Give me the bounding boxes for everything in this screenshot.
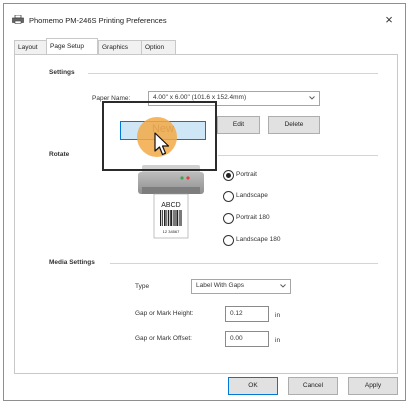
close-button[interactable]: × [381,12,397,28]
ok-button[interactable]: OK [228,377,278,395]
rotate-divider [218,155,378,156]
delete-button[interactable]: Delete [268,116,320,134]
tab-option[interactable]: Option [141,40,176,54]
tab-page-setup[interactable]: Page Setup [46,38,98,55]
preview-barcode-number: 12 34567 [163,229,180,234]
radio-button[interactable] [223,213,234,224]
gap-height-label: Gap or Mark Height: [135,310,194,317]
apply-button[interactable]: Apply [348,377,398,395]
edit-button[interactable]: Edit [217,116,260,134]
radio-landscape-180-label: Landscape 180 [236,236,281,243]
media-settings-section-label: Media Settings [49,259,95,266]
gap-offset-value: 0.00 [230,335,243,342]
chevron-down-icon [280,284,286,288]
cancel-button[interactable]: Cancel [288,377,338,395]
chevron-down-icon [309,96,315,100]
type-label: Type [135,283,150,290]
paper-name-value: 4.00" x 6.00" (101.6 x 152.4mm) [153,94,247,101]
radio-button[interactable] [223,235,234,246]
settings-section-label: Settings [49,69,75,76]
label-printer-preview-image: ABCD 12 34567 [138,165,204,239]
media-settings-divider [110,263,378,264]
gap-offset-input[interactable]: 0.00 [225,331,269,347]
tab-layout[interactable]: Layout [14,40,47,54]
gap-height-unit: in [275,312,281,319]
radio-selected-dot [226,173,231,178]
radio-button[interactable] [223,170,234,181]
tab-graphics[interactable]: Graphics [98,40,142,54]
gap-offset-unit: in [275,337,281,344]
mouse-pointer-icon [154,132,170,156]
radio-portrait-label: Portrait [236,171,257,178]
title-bar: Phomemo PM-246S Printing Preferences × [4,4,405,31]
screenshot-frame: Phomemo PM-246S Printing Preferences × L… [0,0,419,405]
settings-divider [88,73,378,74]
media-type-value: Label With Gaps [196,282,245,289]
radio-portrait-180-label: Portrait 180 [236,214,270,221]
rotate-section-label: Rotate [49,151,70,158]
window-title: Phomemo PM-246S Printing Preferences [29,16,167,25]
radio-button[interactable] [223,191,234,202]
printer-icon [12,15,24,24]
radio-landscape-label: Landscape [236,192,268,199]
gap-height-value: 0.12 [230,310,243,317]
gap-height-input[interactable]: 0.12 [225,306,269,322]
preview-label-text: ABCD [161,202,180,209]
media-type-select[interactable]: Label With Gaps [191,279,291,294]
gap-offset-label: Gap or Mark Offset: [135,335,192,342]
